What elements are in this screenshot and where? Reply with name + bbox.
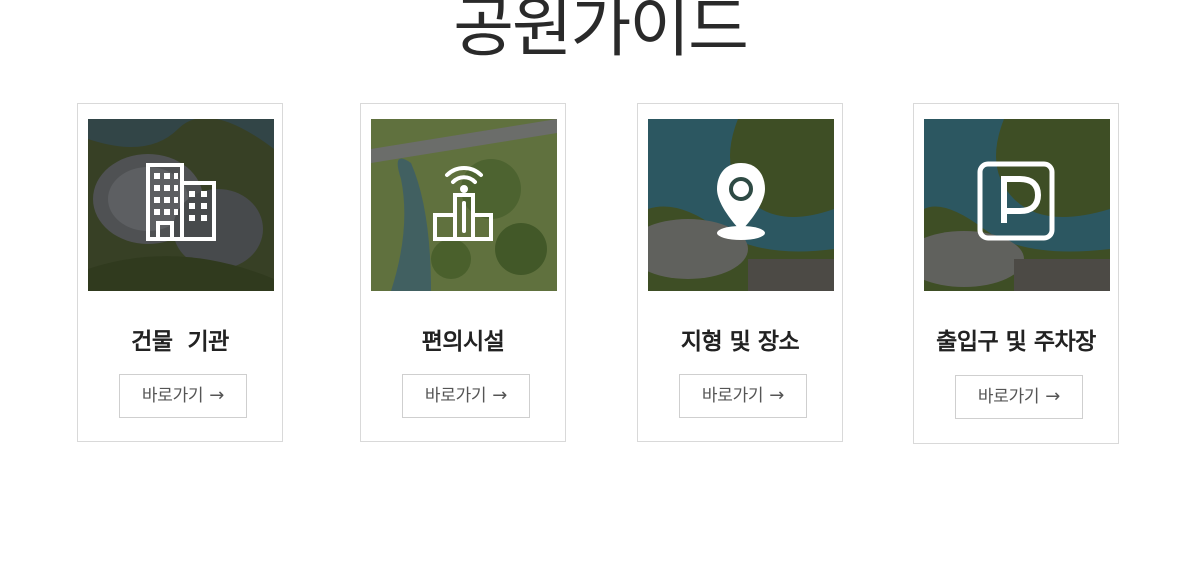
card-title: 지형 및 장소: [680, 329, 800, 355]
card-title: 출입구 및 주차장: [936, 329, 1096, 355]
card-thumbnail[interactable]: [371, 119, 557, 291]
card-entrance-parking[interactable]: 출입구 및 주차장 바로가기 →: [913, 103, 1119, 444]
arrow-right-icon: →: [492, 385, 508, 406]
go-button[interactable]: 바로가기 →: [679, 374, 807, 418]
go-button-label: 바로가기: [701, 386, 764, 406]
go-button[interactable]: 바로가기 →: [955, 375, 1083, 419]
building-icon: [146, 163, 216, 241]
card-thumbnail[interactable]: [648, 119, 834, 291]
parking-icon: [977, 161, 1055, 241]
arrow-right-icon: →: [209, 385, 225, 406]
go-button[interactable]: 바로가기 →: [402, 374, 530, 418]
card-facilities[interactable]: 편의시설 바로가기 →: [360, 103, 566, 442]
go-button-label: 바로가기: [424, 386, 487, 406]
card-thumbnail[interactable]: [88, 119, 274, 291]
card-title: 건물 기관: [131, 329, 229, 355]
arrow-right-icon: →: [1045, 386, 1061, 407]
card-title: 편의시설: [421, 329, 505, 355]
go-button-label: 바로가기: [141, 386, 204, 406]
arrow-right-icon: →: [769, 385, 785, 406]
card-buildings[interactable]: 건물 기관 바로가기 →: [77, 103, 283, 442]
go-button[interactable]: 바로가기 →: [119, 374, 247, 418]
card-thumbnail[interactable]: [924, 119, 1110, 291]
location-pin-icon: [717, 163, 765, 240]
card-terrain-places[interactable]: 지형 및 장소 바로가기 →: [637, 103, 843, 442]
go-button-label: 바로가기: [977, 387, 1040, 407]
page-title: 공원가이드: [453, 0, 749, 66]
facility-signal-icon: [433, 165, 493, 241]
